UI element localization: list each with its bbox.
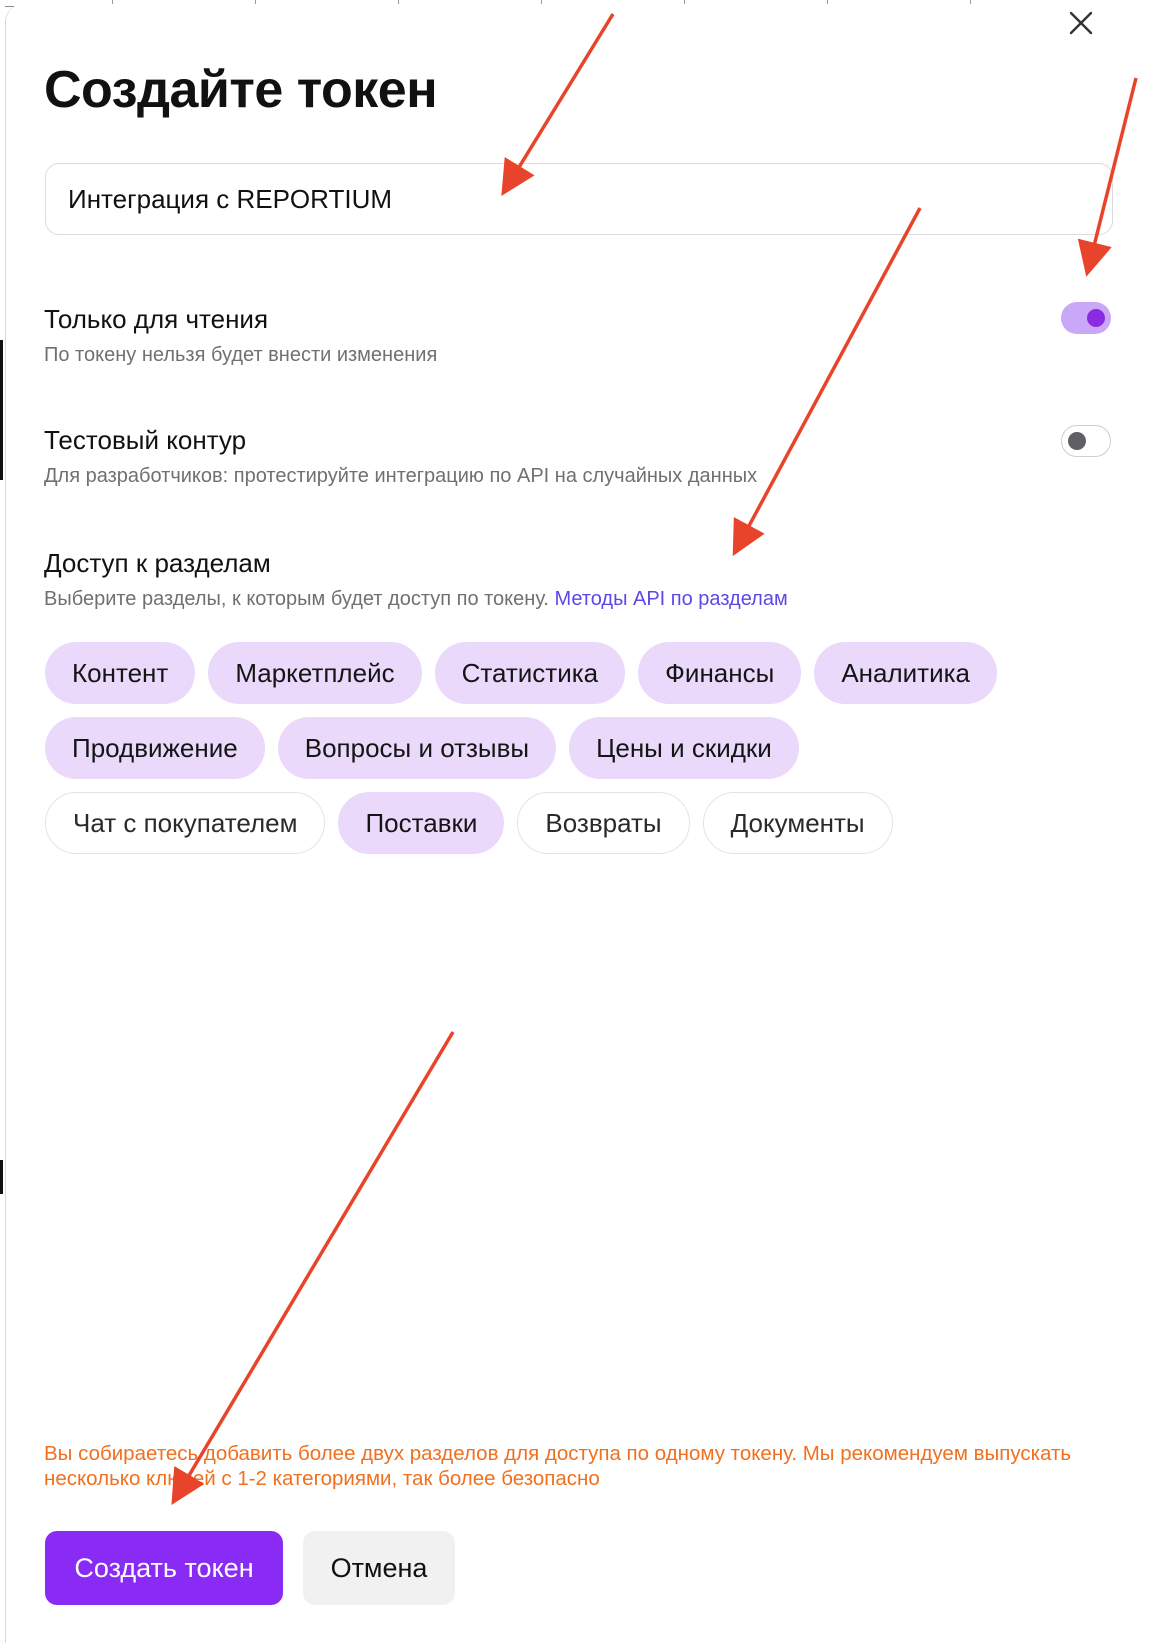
read-only-title: Только для чтения bbox=[44, 304, 269, 334]
warning-message: Вы собираетесь добавить более двух разде… bbox=[44, 1442, 1072, 1490]
chip-documents[interactable]: Документы bbox=[702, 792, 893, 854]
chip-buyer-chat[interactable]: Чат с покупателем bbox=[45, 792, 326, 854]
chip-questions-reviews[interactable]: Вопросы и отзывы bbox=[277, 717, 557, 779]
access-description-text: Выберите разделы, к которым будет доступ… bbox=[44, 588, 549, 610]
test-contour-toggle[interactable] bbox=[1061, 425, 1111, 457]
toggle-knob bbox=[1087, 309, 1105, 327]
chip-row: Чат с покупателем Поставки Возвраты Доку… bbox=[45, 792, 1065, 854]
create-token-modal: Создайте токен Только для чтения По токе… bbox=[5, 4, 1154, 1643]
read-only-toggle[interactable] bbox=[1061, 302, 1111, 334]
chip-analytics[interactable]: Аналитика bbox=[814, 642, 998, 704]
close-x-icon[interactable] bbox=[1068, 10, 1094, 36]
chip-promotion[interactable]: Продвижение bbox=[45, 717, 265, 779]
chip-statistics[interactable]: Статистика bbox=[434, 642, 626, 704]
chip-supplies[interactable]: Поставки bbox=[338, 792, 505, 854]
chip-row: Контент Маркетплейс Статистика Финансы А… bbox=[45, 642, 1065, 704]
create-token-button[interactable]: Создать токен bbox=[45, 1531, 283, 1605]
read-only-description: По токену нельзя будет внести изменения bbox=[44, 344, 438, 366]
chip-prices-discounts[interactable]: Цены и скидки bbox=[569, 717, 799, 779]
chip-row: Продвижение Вопросы и отзывы Цены и скид… bbox=[45, 717, 1065, 779]
test-contour-title: Тестовый контур bbox=[44, 425, 247, 455]
close-button[interactable] bbox=[1064, 6, 1098, 40]
access-section-title: Доступ к разделам bbox=[44, 548, 271, 578]
chip-finance[interactable]: Финансы bbox=[638, 642, 802, 704]
api-methods-link[interactable]: Методы API по разделам bbox=[554, 588, 787, 610]
token-name-input[interactable] bbox=[45, 163, 1113, 235]
access-section-description: Выберите разделы, к которым будет доступ… bbox=[44, 588, 788, 611]
background-fragment bbox=[0, 340, 3, 480]
chip-returns[interactable]: Возвраты bbox=[517, 792, 690, 854]
toggle-knob bbox=[1068, 432, 1086, 450]
test-contour-description: Для разработчиков: протестируйте интегра… bbox=[44, 465, 758, 487]
chip-marketplace[interactable]: Маркетплейс bbox=[208, 642, 422, 704]
chip-content[interactable]: Контент bbox=[45, 642, 196, 704]
background-fragment bbox=[0, 1160, 3, 1194]
section-chips: Контент Маркетплейс Статистика Финансы А… bbox=[45, 642, 1065, 867]
cancel-button[interactable]: Отмена bbox=[303, 1531, 455, 1605]
modal-title: Создайте токен bbox=[44, 61, 438, 119]
